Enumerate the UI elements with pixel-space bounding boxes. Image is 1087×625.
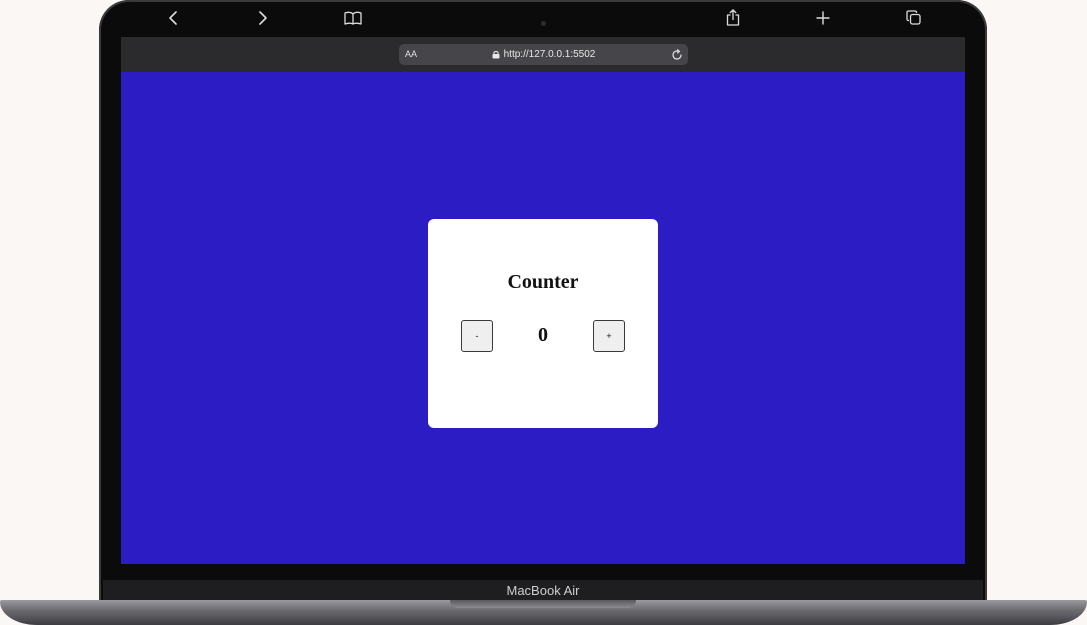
reload-button[interactable] xyxy=(671,44,683,65)
back-button[interactable] xyxy=(163,0,183,35)
reader-button[interactable] xyxy=(342,0,364,35)
laptop-hinge-notch xyxy=(450,600,636,608)
reload-icon xyxy=(672,48,682,60)
laptop-mockup: AA http://127.0.0.1:5502 Counter - 0 + M… xyxy=(0,0,1087,625)
lock-icon xyxy=(492,51,500,59)
share-button[interactable] xyxy=(724,0,742,35)
counter-title: Counter xyxy=(507,271,579,293)
tabs-overview-button[interactable] xyxy=(903,0,923,35)
url-text: http://127.0.0.1:5502 xyxy=(503,49,596,60)
address-bar[interactable]: AA http://127.0.0.1:5502 xyxy=(399,44,688,65)
device-brand-label: MacBook Air xyxy=(506,582,580,598)
page-viewport: Counter - 0 + xyxy=(121,72,965,564)
url-display: http://127.0.0.1:5502 xyxy=(399,44,688,65)
tabs-icon xyxy=(905,10,921,25)
plus-icon xyxy=(816,10,830,25)
decrement-button[interactable]: - xyxy=(461,320,493,352)
book-icon xyxy=(344,11,362,25)
counter-card: Counter - 0 + xyxy=(428,219,658,428)
laptop-chin: MacBook Air xyxy=(103,580,983,600)
share-icon xyxy=(726,9,740,26)
new-tab-button[interactable] xyxy=(814,0,832,35)
counter-value: 0 xyxy=(538,324,548,346)
increment-button[interactable]: + xyxy=(593,320,625,352)
chevron-right-icon xyxy=(259,10,267,25)
forward-button[interactable] xyxy=(253,0,273,35)
camera-icon xyxy=(541,21,546,26)
chevron-left-icon xyxy=(169,10,177,25)
